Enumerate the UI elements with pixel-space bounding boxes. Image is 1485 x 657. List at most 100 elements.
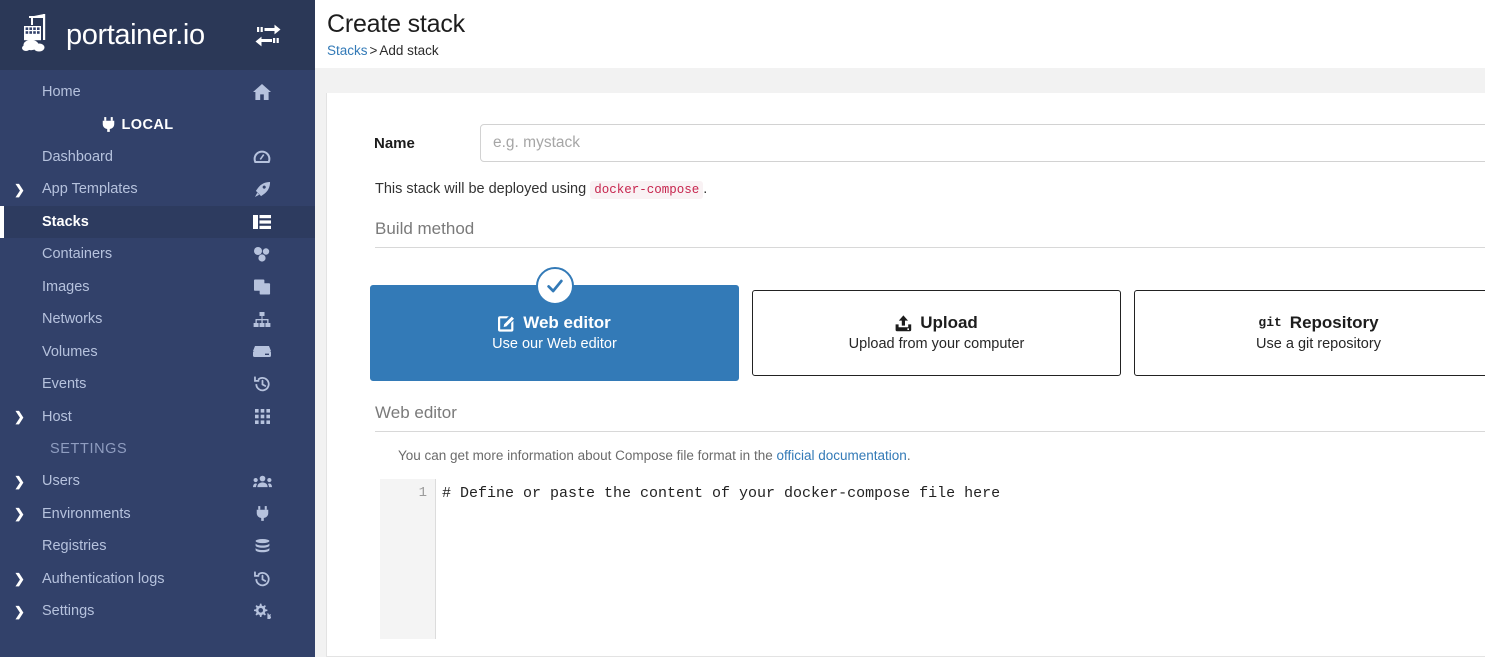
build-method-title: git Repository [1258,312,1379,333]
sidebar-item-label: Host [42,408,72,425]
breadcrumb-link-stacks[interactable]: Stacks [327,43,368,58]
plug-icon [251,506,273,522]
build-method-description: Upload from your computer [848,336,1025,353]
deploy-note-code: docker-compose [590,181,704,199]
sidebar-item-label: App Templates [42,181,138,198]
sidebar-nav: Home LOCAL Dashboard ❯ App Templates Sta… [0,70,315,628]
sidebar-section-settings: SETTINGS [50,441,128,457]
network-sitemap-icon [251,311,273,327]
sidebar-item-home[interactable]: Home [0,76,315,109]
stack-name-input[interactable] [480,124,1485,162]
chevron-right-icon: ❯ [14,603,25,619]
build-method-title: Upload [895,312,978,333]
sidebar-item-authentication-logs[interactable]: ❯ Authentication logs [0,563,315,596]
build-method-web-editor[interactable]: Web editor Use our Web editor [370,267,739,381]
sidebar-item-label: Images [42,278,90,295]
sidebar-item-app-templates[interactable]: ❯ App Templates [0,173,315,206]
chevron-right-icon: ❯ [14,506,25,522]
sidebar-item-label: Environments [42,505,131,522]
toggle-sidebar-arrows-icon[interactable] [253,22,283,48]
rocket-icon [251,181,273,198]
build-method-options: Web editor Use our Web editor Upload Upl… [352,267,1485,381]
stack-name-label: Name [374,134,415,152]
stacks-table-icon [251,214,273,229]
sidebar-item-label: Stacks [42,213,89,230]
sidebar-item-label: Home [42,84,81,101]
editor-line-numbers: 1 [380,479,436,639]
home-icon [251,84,273,101]
users-group-icon [251,475,273,488]
build-method-title-text: Web editor [523,312,611,332]
sidebar-item-networks[interactable]: Networks [0,303,315,336]
sidebar-item-volumes[interactable]: Volumes [0,336,315,369]
chevron-right-icon: ❯ [14,409,25,425]
portainer-crane-logo-icon [22,12,66,58]
environment-label: LOCAL [121,116,174,133]
build-method-title-text: Repository [1289,312,1379,332]
sidebar-item-settings[interactable]: ❯ Settings [0,595,315,628]
sidebar-item-label: Settings [42,603,95,620]
build-method-heading: Build method [375,219,1485,248]
breadcrumb: Stacks > Add stack [327,43,1485,58]
upload-icon [895,314,912,332]
web-editor-note-suffix: . [906,448,911,463]
main-content: Create stack Stacks>Add stack Name This … [315,0,1485,657]
brand-logo: portainer.io [22,12,205,58]
history-clock-icon [251,571,273,587]
app-root: portainer.io Home LOCAL Dashboard ❯ App … [0,0,1485,657]
sidebar-item-label: Networks [42,311,103,328]
sidebar-item-label: Events [42,376,87,393]
git-text-icon: git [1258,314,1282,330]
build-method-repository[interactable]: git Repository Use a git repository [1134,290,1485,376]
cogs-icon [251,603,273,620]
pencil-square-edit-icon [498,315,515,332]
sidebar-item-label: Registries [42,538,107,555]
sidebar-item-images[interactable]: Images [0,271,315,304]
create-stack-panel: Name This stack will be deployed using d… [326,93,1485,657]
official-documentation-link[interactable]: official documentation [776,448,906,463]
chevron-right-icon: ❯ [14,473,25,489]
sidebar-environment-indicator: LOCAL [0,109,315,141]
plug-icon [102,117,115,132]
volume-hdd-icon [251,346,273,358]
compose-code-editor[interactable]: 1 # Define or paste the content of your … [380,479,1485,639]
sidebar-item-registries[interactable]: Registries [0,530,315,563]
sidebar-item-stacks[interactable]: Stacks [0,205,315,238]
containers-icon [251,246,273,262]
deploy-method-note: This stack will be deployed using docker… [352,181,1485,199]
sidebar-item-containers[interactable]: Containers [0,238,315,271]
chevron-right-icon: ❯ [14,181,25,197]
web-editor-note-prefix: You can get more information about Compo… [398,448,773,463]
sidebar-item-host[interactable]: ❯ Host [0,401,315,434]
breadcrumb-separator: > [369,43,378,58]
sidebar-item-label: Authentication logs [42,570,165,587]
host-grid-icon [251,409,273,425]
sidebar-item-dashboard[interactable]: Dashboard [0,141,315,174]
editor-code-content[interactable]: # Define or paste the content of your do… [436,479,1485,639]
sidebar-item-label: Dashboard [42,148,113,165]
sidebar-item-users[interactable]: ❯ Users [0,465,315,498]
history-clock-icon [251,376,273,392]
build-method-title: Web editor [498,312,611,333]
page-header: Create stack Stacks > Add stack [315,0,1485,68]
sidebar-item-label: Containers [42,246,113,263]
sidebar: portainer.io Home LOCAL Dashboard ❯ App … [0,0,315,657]
build-method-title-text: Upload [920,312,978,332]
build-method-description: Use our Web editor [492,336,617,353]
brand-name: portainer.io [66,18,205,51]
chevron-right-icon: ❯ [14,571,25,587]
sidebar-item-environments[interactable]: ❯ Environments [0,498,315,531]
images-copy-icon [251,279,273,295]
deploy-note-prefix: This stack will be deployed using [375,181,587,197]
sidebar-item-label: Volumes [42,343,98,360]
page-title: Create stack [327,10,465,38]
stack-name-row: Name [352,121,1485,165]
build-method-upload[interactable]: Upload Upload from your computer [752,290,1121,376]
breadcrumb-current: Add stack [379,43,439,58]
dashboard-gauge-icon [251,150,273,164]
build-method-description: Use a git repository [1256,336,1381,353]
web-editor-heading: Web editor [375,403,1485,432]
sidebar-item-events[interactable]: Events [0,368,315,401]
check-circle-icon [535,267,574,305]
deploy-note-suffix: . [703,181,708,197]
